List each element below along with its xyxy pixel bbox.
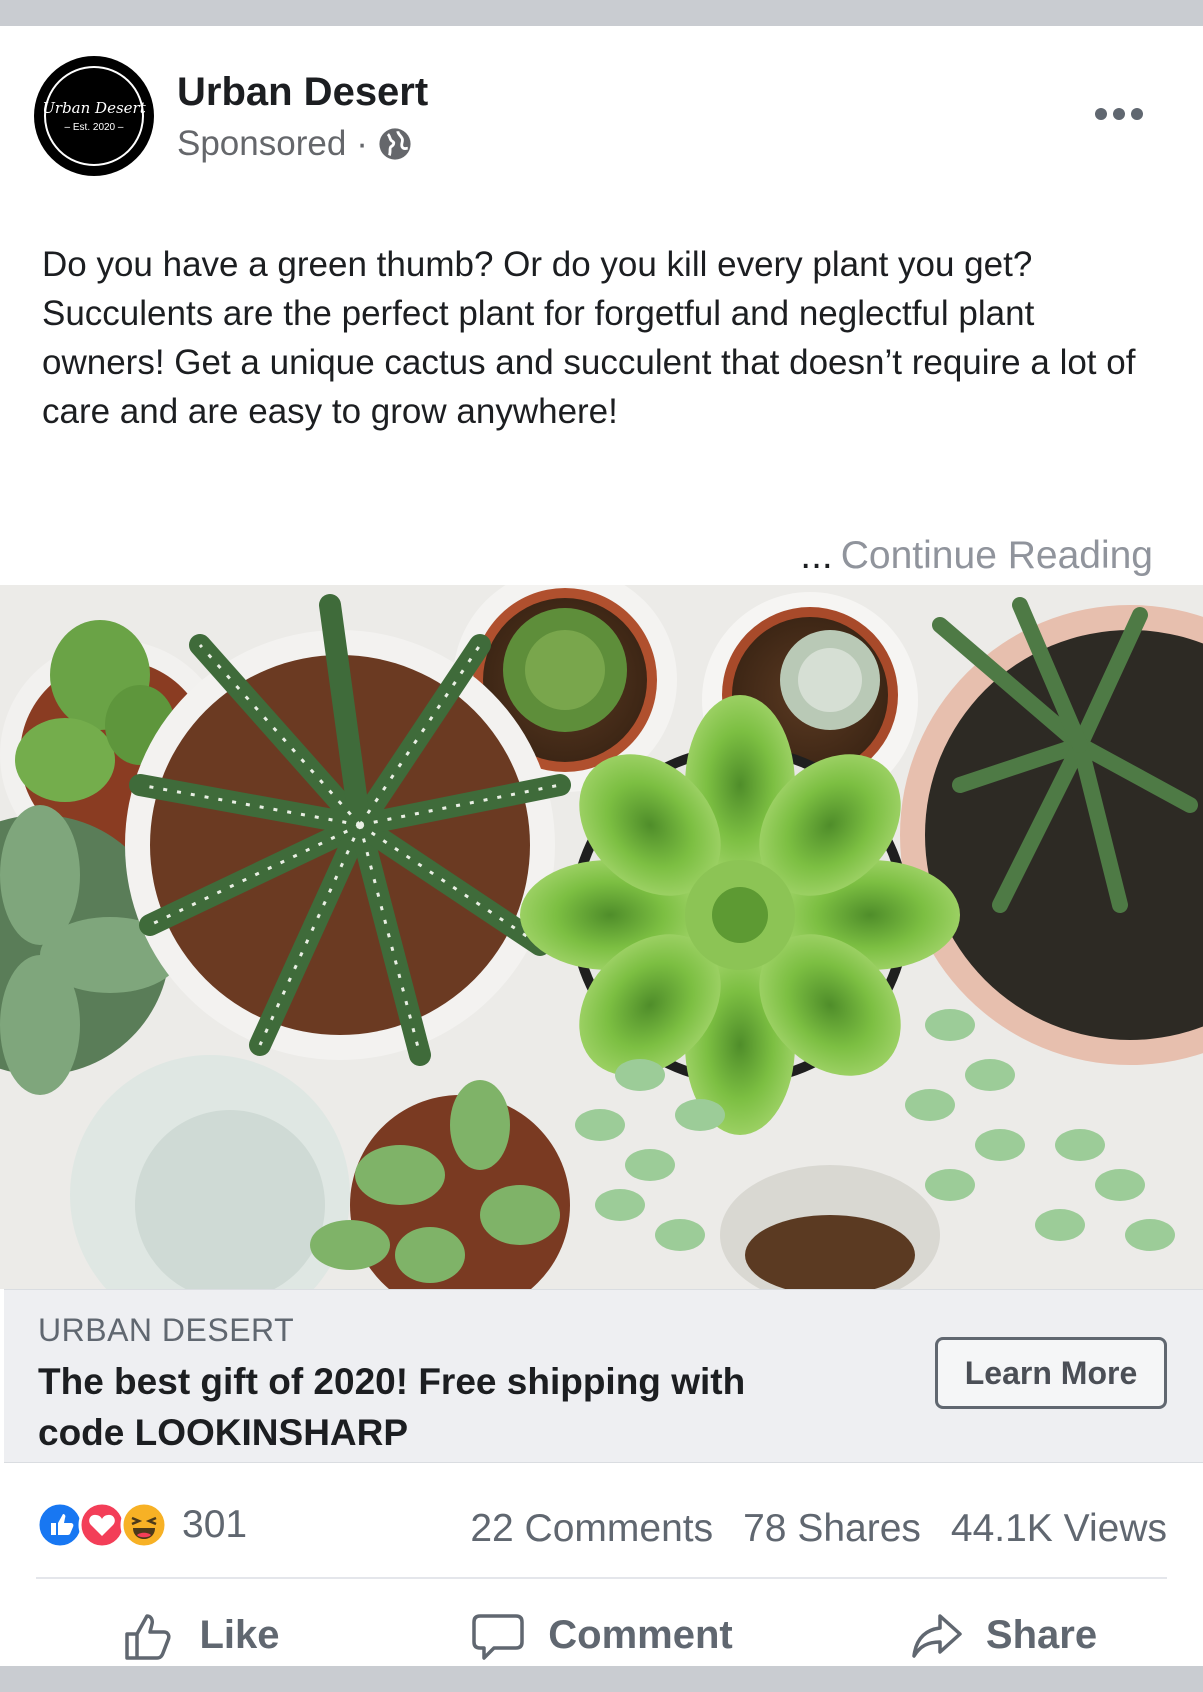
thumbs-up-icon: [125, 1613, 171, 1660]
sponsored-label[interactable]: Sponsored: [177, 124, 346, 164]
reactions-summary[interactable]: 301: [36, 1501, 247, 1549]
succulents-photo: [0, 585, 1203, 1289]
post-image[interactable]: [0, 585, 1203, 1289]
more-dot: [1095, 108, 1107, 120]
post-header: Urban Desert – Est. 2020 – Urban Desert …: [0, 26, 1203, 186]
share-arrow-icon: [912, 1613, 962, 1658]
shares-count[interactable]: 78 Shares: [743, 1507, 921, 1551]
love-icon: [78, 1501, 126, 1549]
share-label: Share: [985, 1613, 1098, 1657]
like-label: Like: [199, 1613, 280, 1657]
avatar-logo-sub: – Est. 2020 –: [64, 122, 124, 133]
link-headline[interactable]: The best gift of 2020! Free shipping wit…: [38, 1356, 758, 1458]
views-count: 44.1K Views: [950, 1507, 1167, 1550]
comments-count[interactable]: 22 Comments: [470, 1507, 713, 1551]
comment-button[interactable]: Comment: [401, 1579, 802, 1692]
haha-icon: [120, 1501, 168, 1549]
page-name[interactable]: Urban Desert: [177, 70, 428, 115]
more-dot: [1131, 108, 1143, 120]
avatar-logo-text: Urban Desert: [42, 99, 146, 117]
post-body-text: Do you have a green thumb? Or do you kil…: [42, 245, 1136, 431]
continue-reading-label: Continue Reading: [840, 534, 1153, 577]
stats-right: 22 Comments 78 Shares 44.1K Views: [470, 1507, 1167, 1551]
like-icon: [36, 1501, 84, 1549]
link-preview[interactable]: URBAN DESERT The best gift of 2020! Free…: [4, 1289, 1203, 1463]
meta-separator: ·: [356, 124, 368, 163]
sponsored-post-card: Urban Desert – Est. 2020 – Urban Desert …: [0, 26, 1203, 1666]
reaction-count: 301: [182, 1503, 248, 1546]
learn-more-button[interactable]: Learn More: [935, 1337, 1167, 1409]
speech-bubble-icon: [472, 1613, 525, 1660]
comment-label: Comment: [548, 1613, 733, 1657]
more-options-icon[interactable]: [1095, 108, 1143, 120]
continue-reading-link[interactable]: ... Continue Reading: [800, 534, 1153, 578]
link-domain: URBAN DESERT: [38, 1312, 295, 1348]
like-button[interactable]: Like: [0, 1579, 401, 1692]
post-meta: Sponsored ·: [177, 124, 412, 164]
more-dot: [1113, 108, 1125, 120]
page-avatar[interactable]: Urban Desert – Est. 2020 –: [34, 56, 154, 176]
action-bar: Like Comment Share: [0, 1579, 1203, 1692]
continue-ellipsis: ...: [800, 534, 833, 577]
globe-icon: [379, 128, 411, 160]
engagement-stats: 301 22 Comments 78 Shares 44.1K Views: [0, 1461, 1203, 1576]
share-button[interactable]: Share: [802, 1579, 1203, 1692]
